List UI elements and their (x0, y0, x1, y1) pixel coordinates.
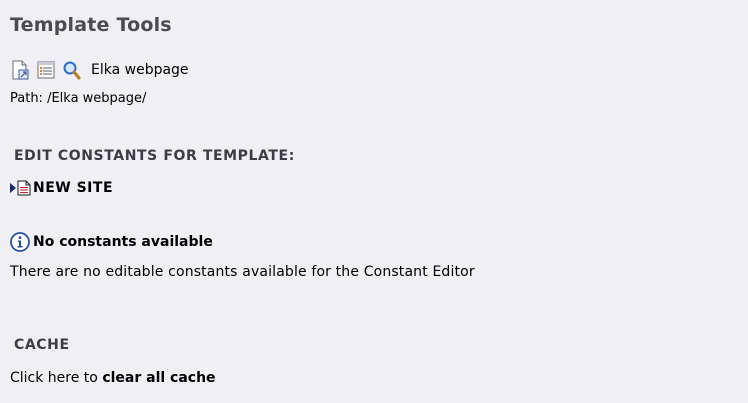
page-name: Elka webpage (91, 62, 189, 78)
magnifier-icon[interactable] (62, 59, 82, 81)
page-title: Template Tools (10, 14, 172, 36)
list-icon[interactable] (36, 59, 56, 81)
cache-prefix-text: Click here to (10, 370, 103, 386)
info-message-header: No constants available (10, 232, 213, 252)
page-path: Path: /Elka webpage/ (10, 91, 147, 106)
cache-row: Click here to clear all cache (10, 370, 216, 386)
expand-arrow-icon (10, 183, 16, 193)
new-site-item[interactable]: NEW SITE (10, 180, 113, 196)
edit-template-icon[interactable] (10, 59, 30, 81)
info-message: There are no editable constants availabl… (10, 264, 475, 280)
edit-constants-heading: EDIT CONSTANTS FOR TEMPLATE: (14, 148, 295, 164)
toolbar: Elka webpage (10, 57, 189, 83)
site-label: NEW SITE (33, 180, 114, 196)
info-title: No constants available (33, 234, 213, 250)
template-file-icon (17, 180, 31, 196)
template-tools-page: Template Tools Elka webpage Path: /Elka … (0, 0, 748, 403)
info-icon (10, 232, 30, 252)
cache-heading: CACHE (14, 337, 70, 353)
clear-all-cache-link[interactable]: clear all cache (102, 370, 215, 386)
